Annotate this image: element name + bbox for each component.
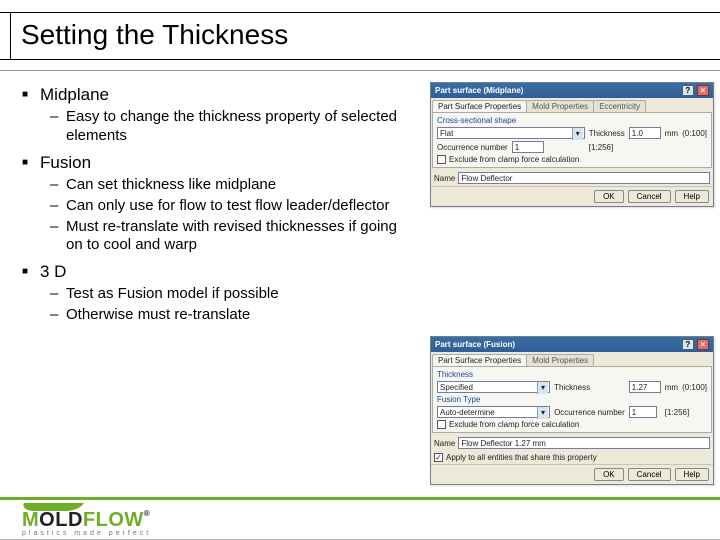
dialog-title-text: Part surface (Midplane) [435,86,523,95]
label-name: Name [434,174,455,183]
label-occurrence: Occurrence number [437,143,508,152]
help-icon[interactable]: ? [682,85,694,96]
dialog-panel: Thickness Specified Thickness 1.27 mm (0… [432,366,712,433]
select-shape[interactable]: Flat [437,127,585,139]
slide-title-box: Setting the Thickness [10,13,720,59]
subbullet: Test as Fusion model if possible [40,285,412,304]
slide-title-frame: Setting the Thickness [0,12,720,60]
checkbox-exclude-clamp[interactable]: Exclude from clamp force calculation [437,155,707,164]
slide-body: Midplane Easy to change the thickness pr… [22,80,412,331]
cancel-button[interactable]: Cancel [628,468,671,481]
label-name: Name [434,439,455,448]
logo-wordmark: MOLDFLOW® [22,509,202,532]
label-thickness-heading: Thickness [437,370,473,379]
moldflow-logo: MOLDFLOW® plastics made perfect [22,503,202,537]
tab-mold-properties[interactable]: Mold Properties [526,100,594,112]
ok-button[interactable]: OK [594,468,624,481]
input-occurrence[interactable]: 1 [629,406,657,418]
label-occurrence-range: [1:256] [589,143,707,152]
help-icon[interactable]: ? [682,339,694,350]
bullet-label: Fusion [40,153,91,172]
tab-bar: Part Surface Properties Mold Properties … [431,98,713,112]
label-range: (0:100] [682,129,707,138]
bullet-label: Midplane [40,85,109,104]
dialog-title-text: Part surface (Fusion) [435,340,515,349]
bullet-3d: 3 D Test as Fusion model if possible Oth… [22,261,412,325]
checkbox-label: Apply to all entities that share this pr… [446,453,597,462]
input-thickness[interactable]: 1.0 [629,127,661,139]
dialog-part-surface-fusion: Part surface (Fusion) ? × Part Surface P… [430,336,714,485]
subbullet: Can only use for flow to test flow leade… [40,197,412,216]
name-row: Name Flow Deflector [431,170,713,186]
bullet-label: 3 D [40,262,66,281]
window-controls: ? × [681,339,709,350]
tab-part-surface-properties[interactable]: Part Surface Properties [432,100,527,112]
tab-mold-properties[interactable]: Mold Properties [526,354,594,366]
logo-text-old: OLD [39,509,83,531]
dialog-button-row: OK Cancel Help [431,464,713,484]
checkbox-icon: ✓ [434,453,443,462]
checkbox-icon [437,155,446,164]
cancel-button[interactable]: Cancel [628,190,671,203]
apply-row: ✓ Apply to all entities that share this … [431,451,713,464]
checkbox-exclude-clamp[interactable]: Exclude from clamp force calculation [437,420,707,429]
title-underline [0,70,720,71]
subbullet: Otherwise must re-translate [40,306,412,325]
window-controls: ? × [681,85,709,96]
registered-icon: ® [144,509,150,518]
select-thickness-mode[interactable]: Specified [437,381,550,393]
tab-eccentricity[interactable]: Eccentricity [593,100,646,112]
close-icon[interactable]: × [697,85,709,96]
input-name[interactable]: Flow Deflector 1.27 mm [458,437,710,449]
bullet-midplane: Midplane Easy to change the thickness pr… [22,84,412,146]
bullet-fusion: Fusion Can set thickness like midplane C… [22,152,412,255]
label-occurrence-range: [1:256] [665,408,707,417]
subbullet: Must re-translate with revised thickness… [40,218,412,256]
dialog-panel: Cross-sectional shape Flat Thickness 1.0… [432,112,712,168]
label-unit: mm [665,383,678,392]
label-thickness: Thickness [589,129,625,138]
label-occurrence: Occurrence number [554,408,625,417]
slide-title: Setting the Thickness [21,19,710,51]
logo-letter-m: M [22,509,39,531]
tab-part-surface-properties[interactable]: Part Surface Properties [432,354,527,366]
label-cross-sectional-shape: Cross-sectional shape [437,116,707,125]
checkbox-label: Exclude from clamp force calculation [449,420,579,429]
checkbox-apply-all[interactable]: ✓ Apply to all entities that share this … [434,453,597,462]
label-thickness: Thickness [554,383,625,392]
footer-stripe [0,497,720,500]
help-button[interactable]: Help [675,190,709,203]
logo-text-flow: FLOW [83,509,144,531]
label-unit: mm [665,129,678,138]
dialog-titlebar[interactable]: Part surface (Midplane) ? × [431,83,713,98]
input-thickness[interactable]: 1.27 [629,381,661,393]
tab-bar: Part Surface Properties Mold Properties [431,352,713,366]
name-row: Name Flow Deflector 1.27 mm [431,435,713,451]
input-occurrence[interactable]: 1 [512,141,544,153]
subbullet: Easy to change the thickness property of… [40,108,412,146]
checkbox-label: Exclude from clamp force calculation [449,155,579,164]
subbullet: Can set thickness like midplane [40,176,412,195]
label-fusion-type: Fusion Type [437,395,707,404]
input-name[interactable]: Flow Deflector [458,172,710,184]
label-range: (0:100] [682,383,707,392]
dialog-titlebar[interactable]: Part surface (Fusion) ? × [431,337,713,352]
select-fusion-type[interactable]: Auto-determine [437,406,550,418]
ok-button[interactable]: OK [594,190,624,203]
help-button[interactable]: Help [675,468,709,481]
dialog-button-row: OK Cancel Help [431,186,713,206]
checkbox-icon [437,420,446,429]
dialog-part-surface-midplane: Part surface (Midplane) ? × Part Surface… [430,82,714,207]
close-icon[interactable]: × [697,339,709,350]
